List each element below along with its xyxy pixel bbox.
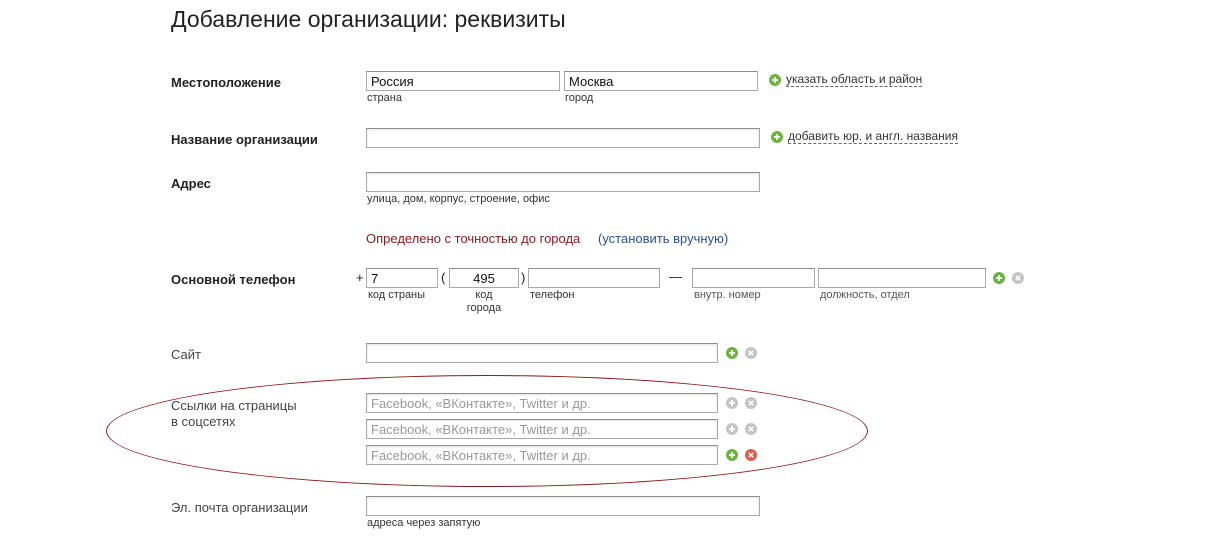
add-phone-icon[interactable] <box>993 272 1005 284</box>
site-label: Сайт <box>171 347 201 362</box>
add-region-link[interactable]: указать область и район <box>786 72 923 87</box>
social-label-line2: в соцсетях <box>171 414 236 429</box>
city-input[interactable] <box>564 71 758 91</box>
country-code-input[interactable] <box>366 268 438 288</box>
email-hint: адреса через запятую <box>367 517 481 529</box>
plus-sign: + <box>356 270 364 285</box>
phone-label: Основной телефон <box>171 272 296 287</box>
remove-phone-icon[interactable] <box>1012 272 1024 284</box>
position-input[interactable] <box>818 268 986 288</box>
add-social-icon[interactable] <box>726 449 738 461</box>
social-input-2[interactable] <box>366 419 718 439</box>
social-input-1[interactable] <box>366 393 718 413</box>
country-hint: страна <box>367 92 402 104</box>
set-manually-link[interactable]: (установить вручную) <box>598 231 728 246</box>
city-code-hint-line2: города <box>466 302 502 314</box>
add-circle-icon[interactable] <box>769 74 781 86</box>
add-social-icon[interactable] <box>726 397 738 409</box>
city-code-input[interactable] <box>449 268 519 288</box>
address-label: Адрес <box>171 176 211 191</box>
site-input[interactable] <box>366 343 718 363</box>
city-code-hint-line1: код <box>475 289 493 301</box>
open-paren: ( <box>441 270 446 285</box>
extension-input[interactable] <box>692 268 815 288</box>
social-input-3[interactable] <box>366 445 718 465</box>
location-label: Местоположение <box>171 75 281 90</box>
phone-number-input[interactable] <box>528 268 660 288</box>
remove-social-icon[interactable] <box>745 397 757 409</box>
org-name-input[interactable] <box>366 128 760 148</box>
org-name-label: Название организации <box>171 132 318 147</box>
page-title: Добавление организации: реквизиты <box>171 6 566 32</box>
remove-site-icon[interactable] <box>745 347 757 359</box>
add-social-icon[interactable] <box>726 423 738 435</box>
position-hint: должность, отдел <box>820 289 910 301</box>
address-hint: улица, дом, корпус, строение, офис <box>367 193 550 205</box>
country-input[interactable] <box>366 71 560 91</box>
city-hint: город <box>565 92 594 104</box>
add-legal-names-link[interactable]: добавить юр. и англ. названия <box>788 129 958 144</box>
remove-social-icon[interactable] <box>745 423 757 435</box>
add-circle-icon[interactable] <box>771 131 783 143</box>
email-label: Эл. почта организации <box>171 500 308 515</box>
country-code-hint: код страны <box>368 289 426 301</box>
close-paren: ) <box>521 270 526 285</box>
remove-social-icon[interactable] <box>745 449 757 461</box>
phone-number-hint: телефон <box>530 289 575 301</box>
dash-sign: — <box>669 269 682 284</box>
extension-hint: внутр. номер <box>694 289 761 301</box>
email-input[interactable] <box>366 496 760 516</box>
add-site-icon[interactable] <box>726 347 738 359</box>
social-label-line1: Ссылки на страницы <box>171 398 297 413</box>
accuracy-text: Определено с точностью до города <box>366 231 581 246</box>
address-input[interactable] <box>366 172 760 192</box>
